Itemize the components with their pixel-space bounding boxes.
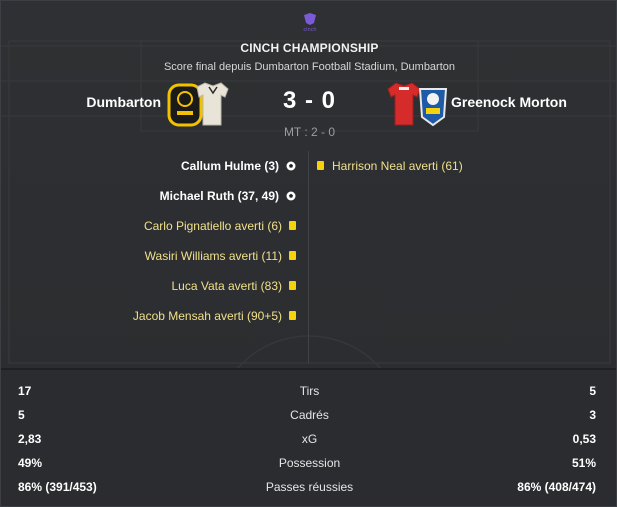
stat-label: Cadrés	[290, 408, 329, 422]
away-stat-value: 5	[589, 384, 596, 398]
home-event-yellow-card[interactable]: Carlo Pignatiello averti (6)	[144, 217, 296, 233]
away-stat-value: 0,53	[572, 432, 596, 446]
competition-title: CINCH CHAMPIONSHIP	[240, 41, 379, 55]
event-text: Luca Vata averti (83)	[171, 278, 282, 293]
away-team-name[interactable]: Greenock Morton	[451, 94, 567, 110]
event-text: Harrison Neal averti (61)	[332, 158, 463, 173]
away-stat-value: 3	[589, 408, 596, 422]
away-stat-value: 51%	[571, 456, 596, 470]
yellow-card-icon	[289, 281, 296, 291]
stat-row-possession: 49% Possession 51%	[1, 455, 616, 471]
event-text: Carlo Pignatiello averti (6)	[143, 218, 282, 233]
yellow-card-icon	[289, 311, 296, 321]
stat-row-shots: 17 Tirs 5	[1, 383, 616, 399]
away-team-kit-icon	[387, 82, 448, 127]
event-text: Michael Ruth (37, 49)	[159, 188, 279, 203]
home-event-goal[interactable]: Michael Ruth (37, 49)	[160, 187, 296, 203]
away-event-yellow-card[interactable]: Harrison Neal averti (61)	[317, 157, 463, 173]
football-icon	[286, 161, 296, 171]
stat-row-passes: 86% (391/453) Passes réussies 86% (408/4…	[1, 479, 616, 495]
league-logo-icon: cinch	[303, 13, 317, 33]
home-event-yellow-card[interactable]: Jacob Mensah averti (90+5)	[133, 307, 296, 323]
match-result-panel: cinch CINCH CHAMPIONSHIP Score final dep…	[0, 0, 617, 507]
stat-label: Possession	[278, 456, 341, 470]
yellow-card-icon	[317, 161, 324, 171]
home-event-goal[interactable]: Callum Hulme (3)	[181, 157, 296, 173]
stat-row-xg: 2,83 xG 0,53	[1, 431, 616, 447]
event-text: Wasiri Williams averti (11)	[144, 248, 282, 263]
stat-label: xG	[301, 432, 318, 446]
venue-text: Score final depuis Dumbarton Football St…	[163, 61, 456, 73]
stat-label: Tirs	[299, 384, 320, 398]
yellow-card-icon	[289, 251, 296, 261]
event-text: Callum Hulme (3)	[180, 158, 279, 173]
home-event-yellow-card[interactable]: Luca Vata averti (83)	[171, 277, 296, 293]
halftime-score: MT : 2 - 0	[283, 125, 336, 139]
football-icon	[286, 191, 296, 201]
home-event-yellow-card[interactable]: Wasiri Williams averti (11)	[145, 247, 296, 263]
event-text: Jacob Mensah averti (90+5)	[132, 308, 282, 323]
stat-row-on-target: 5 Cadrés 3	[1, 407, 616, 423]
away-stat-value: 86% (408/474)	[517, 480, 596, 494]
events-divider	[308, 151, 309, 363]
svg-text:cinch: cinch	[303, 27, 316, 33]
yellow-card-icon	[289, 221, 296, 231]
